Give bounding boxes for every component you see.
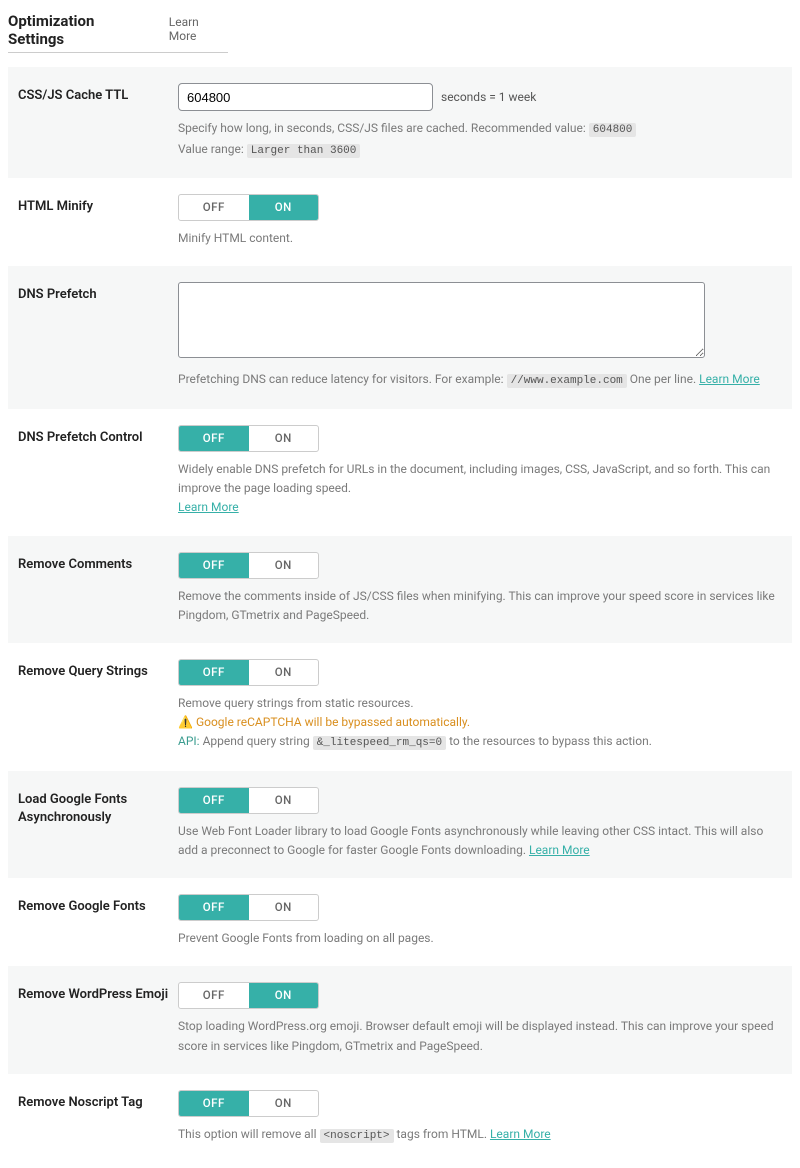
toggle-html-minify[interactable]: OFF ON	[178, 194, 319, 221]
toggle-on[interactable]: ON	[249, 1091, 319, 1116]
page-title: Optimization Settings	[8, 12, 151, 48]
toggle-dns-prefetch-control[interactable]: OFF ON	[178, 425, 319, 452]
toggle-remove-query[interactable]: OFF ON	[178, 659, 319, 686]
ttl-after-text: seconds = 1 week	[441, 90, 536, 104]
label-dns-prefetch-control: DNS Prefetch Control	[18, 425, 178, 447]
dns-prefetch-control-learn-more[interactable]: Learn More	[178, 500, 239, 514]
dns-prefetch-control-desc: Widely enable DNS prefetch for URLs in t…	[178, 460, 782, 518]
remove-gfonts-desc: Prevent Google Fonts from loading on all…	[178, 929, 782, 948]
input-cache-ttl[interactable]	[178, 83, 433, 111]
label-remove-gfonts: Remove Google Fonts	[18, 894, 178, 916]
toggle-on[interactable]: ON	[249, 788, 319, 813]
label-load-gfonts-async: Load Google Fonts Asynchronously	[18, 787, 178, 827]
label-remove-noscript: Remove Noscript Tag	[18, 1090, 178, 1112]
row-remove-comments: Remove Comments OFF ON Remove the commen…	[8, 536, 792, 643]
header-learn-more-link[interactable]: Learn More	[169, 15, 228, 43]
label-remove-comments: Remove Comments	[18, 552, 178, 574]
remove-query-desc: Remove query strings from static resourc…	[178, 694, 782, 753]
load-gfonts-async-learn-more[interactable]: Learn More	[529, 843, 590, 857]
toggle-off[interactable]: OFF	[179, 195, 249, 220]
toggle-off[interactable]: OFF	[179, 983, 249, 1008]
html-minify-desc: Minify HTML content.	[178, 229, 782, 248]
toggle-remove-comments[interactable]: OFF ON	[178, 552, 319, 579]
toggle-remove-noscript[interactable]: OFF ON	[178, 1090, 319, 1117]
row-dns-prefetch-control: DNS Prefetch Control OFF ON Widely enabl…	[8, 409, 792, 536]
toggle-off[interactable]: OFF	[179, 788, 249, 813]
row-remove-query: Remove Query Strings OFF ON Remove query…	[8, 643, 792, 771]
row-html-minify: HTML Minify OFF ON Minify HTML content.	[8, 178, 792, 266]
toggle-off[interactable]: OFF	[179, 895, 249, 920]
toggle-off[interactable]: OFF	[179, 426, 249, 451]
toggle-on[interactable]: ON	[249, 895, 319, 920]
row-remove-noscript: Remove Noscript Tag OFF ON This option w…	[8, 1074, 792, 1164]
textarea-dns-prefetch[interactable]	[178, 282, 705, 358]
toggle-remove-gfonts[interactable]: OFF ON	[178, 894, 319, 921]
dns-prefetch-desc: Prefetching DNS can reduce latency for v…	[178, 370, 782, 391]
row-remove-emoji: Remove WordPress Emoji OFF ON Stop loadi…	[8, 966, 792, 1073]
row-load-gfonts-async: Load Google Fonts Asynchronously OFF ON …	[8, 771, 792, 878]
row-dns-prefetch: DNS Prefetch Prefetching DNS can reduce …	[8, 266, 792, 409]
row-cache-ttl: CSS/JS Cache TTL seconds = 1 week Specif…	[8, 67, 792, 178]
ttl-desc: Specify how long, in seconds, CSS/JS fil…	[178, 119, 782, 160]
toggle-off[interactable]: OFF	[179, 660, 249, 685]
label-dns-prefetch: DNS Prefetch	[18, 282, 178, 304]
toggle-remove-emoji[interactable]: OFF ON	[178, 982, 319, 1009]
warning-icon: ⚠️	[178, 715, 193, 729]
row-remove-gfonts: Remove Google Fonts OFF ON Prevent Googl…	[8, 878, 792, 966]
remove-noscript-learn-more[interactable]: Learn More	[490, 1127, 551, 1141]
dns-prefetch-learn-more[interactable]: Learn More	[699, 372, 760, 386]
toggle-on[interactable]: ON	[249, 195, 319, 220]
toggle-on[interactable]: ON	[249, 553, 319, 578]
label-remove-query: Remove Query Strings	[18, 659, 178, 681]
settings-header: Optimization Settings Learn More	[8, 12, 228, 53]
toggle-off[interactable]: OFF	[179, 1091, 249, 1116]
load-gfonts-async-desc: Use Web Font Loader library to load Goog…	[178, 822, 782, 860]
label-html-minify: HTML Minify	[18, 194, 178, 216]
toggle-on[interactable]: ON	[249, 983, 319, 1008]
label-remove-emoji: Remove WordPress Emoji	[18, 982, 178, 1004]
label-cache-ttl: CSS/JS Cache TTL	[18, 83, 178, 105]
toggle-load-gfonts-async[interactable]: OFF ON	[178, 787, 319, 814]
remove-emoji-desc: Stop loading WordPress.org emoji. Browse…	[178, 1017, 782, 1055]
toggle-on[interactable]: ON	[249, 660, 319, 685]
remove-comments-desc: Remove the comments inside of JS/CSS fil…	[178, 587, 782, 625]
toggle-on[interactable]: ON	[249, 426, 319, 451]
toggle-off[interactable]: OFF	[179, 553, 249, 578]
remove-noscript-desc: This option will remove all <noscript> t…	[178, 1125, 782, 1146]
